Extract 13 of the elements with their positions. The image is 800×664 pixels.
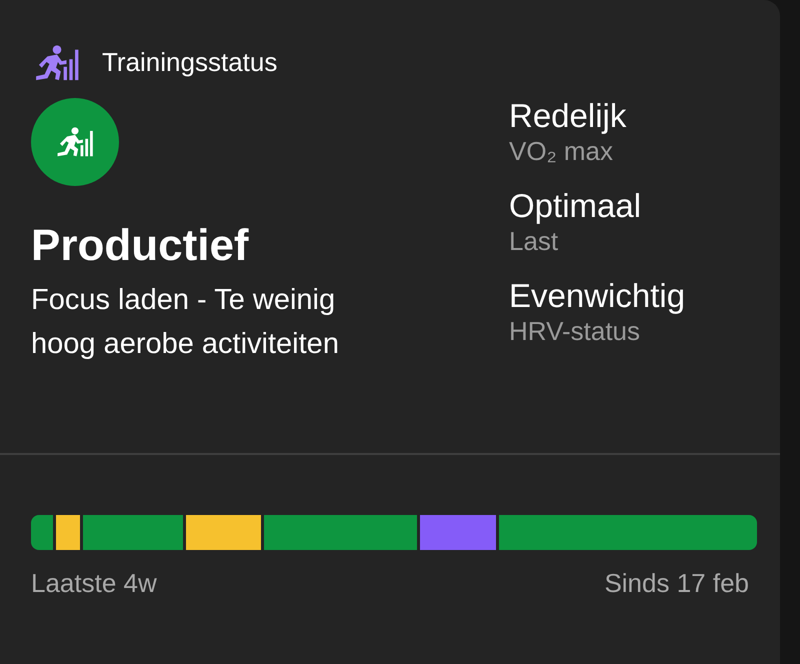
metric-label: VO₂ max bbox=[509, 136, 614, 166]
end-label: Sinds 17 feb bbox=[604, 567, 749, 600]
metric-label: Last bbox=[509, 226, 560, 256]
start-label: Laatste 4w bbox=[31, 567, 157, 600]
status-description: Focus laden - Te weinig hoog aerobe activiteiten bbox=[31, 283, 340, 362]
metric-value: Redelijk bbox=[509, 96, 628, 136]
runner-icon bbox=[56, 126, 94, 158]
metric-value: Optimaal bbox=[509, 186, 642, 226]
runner-icon bbox=[34, 44, 80, 82]
metric-label: HRV-status bbox=[509, 316, 642, 346]
card-title: Trainingsstatus bbox=[102, 46, 278, 79]
status-title: Productief bbox=[31, 224, 250, 268]
metric-value: Evenwichtig bbox=[509, 276, 686, 316]
